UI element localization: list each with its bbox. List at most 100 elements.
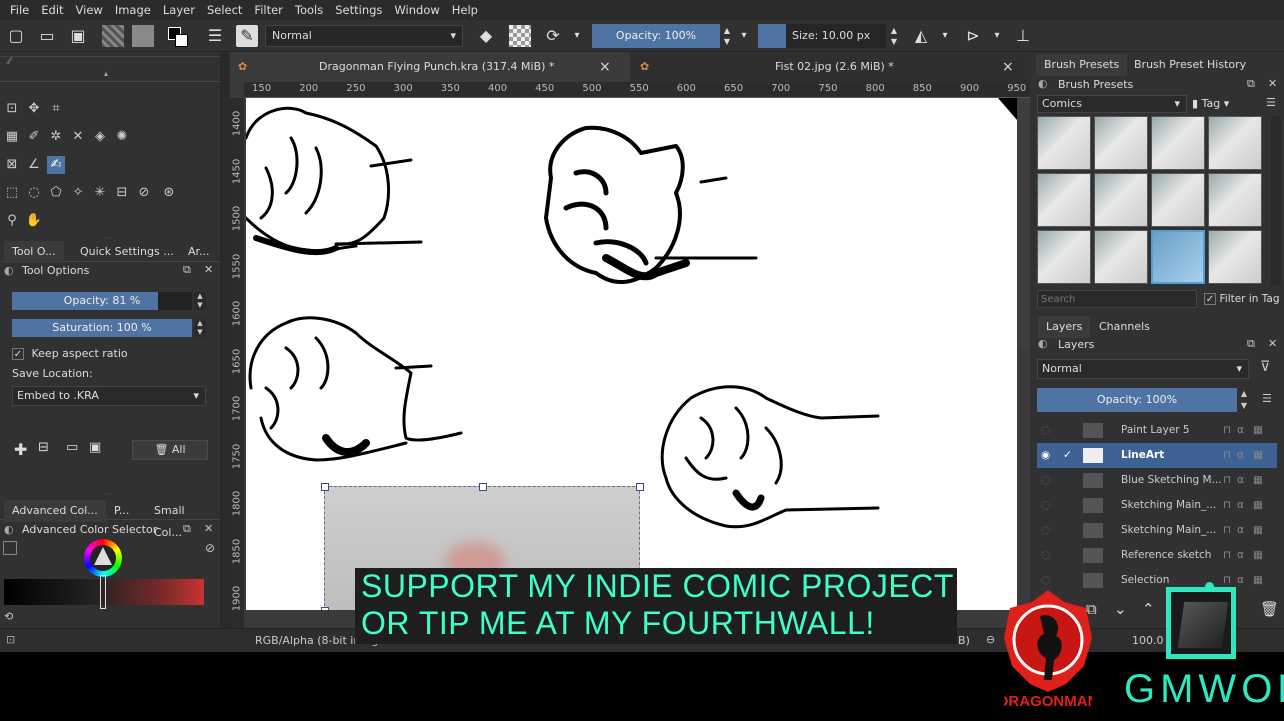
menu-filter[interactable]: Filter <box>248 3 288 17</box>
tab-brush-history[interactable]: Brush Preset History <box>1126 54 1254 76</box>
brush-preset-tile[interactable] <box>1208 230 1262 284</box>
color-cursor[interactable] <box>100 575 106 609</box>
menu-settings[interactable]: Settings <box>329 3 388 17</box>
inherit-alpha-icon[interactable]: ▦ <box>1253 468 1263 493</box>
tab-tool-options[interactable]: Tool O... <box>4 241 64 263</box>
alpha-lock-icon[interactable] <box>509 25 531 47</box>
brush-preset-tile[interactable] <box>1037 230 1091 284</box>
float-panel-icon[interactable]: ⧉ <box>183 263 191 277</box>
close-icon[interactable]: ✕ <box>1268 77 1277 90</box>
reset-color-icon[interactable]: ⊘ <box>205 541 215 555</box>
fill-tool-icon[interactable]: ◈ <box>91 128 109 146</box>
vertical-scrollbar[interactable] <box>1017 98 1030 348</box>
open-document-icon[interactable]: ▭ <box>36 25 58 47</box>
magnetic-select-icon[interactable]: ⊛ <box>160 184 178 202</box>
transform-tool-icon[interactable]: ⊡ <box>3 100 21 118</box>
menu-window[interactable]: Window <box>388 3 445 17</box>
chevron-down-icon[interactable]: ▾ <box>570 25 584 47</box>
float-panel-icon[interactable]: ⧉ <box>1247 337 1255 351</box>
lock-icon[interactable]: ⊓ <box>1223 518 1231 543</box>
mirror-horizontal-icon[interactable]: ◭ <box>910 25 932 47</box>
size-slider-fill[interactable] <box>758 24 786 48</box>
chevron-down-icon[interactable]: ▾ <box>737 25 751 47</box>
eraser-icon[interactable]: ◆ <box>475 25 497 47</box>
inherit-alpha-icon[interactable]: ▦ <box>1253 443 1263 468</box>
brush-search-input[interactable] <box>1037 290 1197 308</box>
brush-preset-tile[interactable] <box>1037 173 1091 227</box>
menu-file[interactable]: File <box>4 3 35 17</box>
tab-small-color[interactable]: Small Col... <box>146 500 220 539</box>
visibility-eye-icon[interactable]: ◌ <box>1041 543 1050 568</box>
enclose-fill-icon[interactable]: ✺ <box>113 128 131 146</box>
menu-tools[interactable]: Tools <box>289 3 329 17</box>
brush-scrollbar[interactable] <box>1271 116 1281 286</box>
collapse-arrow-icon[interactable]: ▴ <box>104 69 108 78</box>
resize-handle[interactable] <box>479 483 487 491</box>
menu-layer[interactable]: Layer <box>157 3 201 17</box>
checkbox-checked-icon[interactable]: ✓ <box>1063 443 1072 468</box>
close-icon[interactable]: ✕ <box>204 522 213 535</box>
measure-tool-icon[interactable]: ∠ <box>25 156 43 174</box>
brush-preset-tile[interactable] <box>1208 116 1262 170</box>
menu-help[interactable]: Help <box>446 3 484 17</box>
float-panel-icon[interactable]: ⧉ <box>183 522 191 536</box>
visibility-eye-icon[interactable]: ◌ <box>1041 493 1050 518</box>
tag-button[interactable]: ▮ Tag ▾ <box>1192 95 1252 113</box>
pan-tool-icon[interactable]: ✋ <box>25 212 43 230</box>
menu-view[interactable]: View <box>70 3 109 17</box>
rectangle-tool-icon[interactable]: ▦ <box>3 128 21 146</box>
keep-aspect-row[interactable]: ✓ Keep aspect ratio <box>12 346 128 362</box>
alpha-icon[interactable]: α <box>1237 518 1244 543</box>
delete-all-button[interactable]: 🗑 All <box>132 440 208 460</box>
checkbox-checked-icon[interactable]: ✓ <box>12 348 24 360</box>
saturation-slider[interactable]: Saturation: 100 % <box>12 319 192 337</box>
lock-icon[interactable]: ⊓ <box>1223 468 1231 493</box>
layer-row[interactable]: ◌ Sketching Main_... ⊓ α ▦ <box>1037 518 1277 543</box>
move-up-icon[interactable]: ⌃ <box>1142 600 1155 618</box>
spin-icon[interactable]: ▲ ▼ <box>194 319 206 337</box>
delete-layer-icon[interactable]: 🗑 <box>1260 600 1279 618</box>
zoom-slider-icon[interactable]: ⊖ <box>986 633 995 646</box>
lock-icon[interactable]: ⊓ <box>1223 443 1231 468</box>
menu-edit[interactable]: Edit <box>35 3 69 17</box>
brush-settings-icon[interactable]: ☰ <box>204 25 226 47</box>
alpha-icon[interactable]: α <box>1237 568 1244 593</box>
canvas-page[interactable] <box>246 98 1017 610</box>
size-spin-icon[interactable]: ▲ ▼ <box>888 25 900 47</box>
close-icon[interactable]: ✕ <box>204 263 213 276</box>
brush-preset-tile[interactable] <box>1037 116 1091 170</box>
freehand-select-icon[interactable]: ✧ <box>69 184 87 202</box>
brush-preset-tile[interactable] <box>1094 116 1148 170</box>
similar-select-icon[interactable]: ⊟ <box>113 184 131 202</box>
tab-document-2[interactable]: ✿ Fist 02.jpg (2.6 MiB) * × <box>630 52 1030 82</box>
fg-bg-color-icon[interactable] <box>166 25 188 47</box>
visibility-eye-icon[interactable]: ◌ <box>1041 468 1050 493</box>
filter-in-tag-row[interactable]: ✓ Filter in Tag <box>1204 291 1280 307</box>
contiguous-select-icon[interactable]: ✳ <box>91 184 109 202</box>
inherit-alpha-icon[interactable]: ▦ <box>1253 493 1263 518</box>
brush-preset-tile[interactable] <box>1094 173 1148 227</box>
tab-artistic[interactable]: Ar... <box>180 241 218 263</box>
float-panel-icon[interactable]: ⧉ <box>1247 77 1255 91</box>
add-icon[interactable]: ✚ <box>14 440 27 459</box>
alpha-icon[interactable]: α <box>1237 418 1244 443</box>
menu-icon[interactable]: ☰ <box>1262 392 1272 405</box>
layer-row[interactable]: ◉ ✓ LineArt ⊓ α ▦ <box>1037 443 1277 468</box>
resize-handle[interactable] <box>636 483 644 491</box>
layer-row[interactable]: ◌ Paint Layer 5 ⊓ α ▦ <box>1037 418 1277 443</box>
gradient-tool-icon[interactable]: ✕ <box>69 128 87 146</box>
alpha-icon[interactable]: α <box>1237 468 1244 493</box>
tab-quick-settings[interactable]: Quick Settings ... <box>72 241 182 263</box>
opacity-slider[interactable]: Opacity: 100% <box>592 24 720 48</box>
resize-handle[interactable] <box>321 607 329 610</box>
menu-icon[interactable]: ☰ <box>1266 96 1276 109</box>
move-tool-icon[interactable]: ✥ <box>25 100 43 118</box>
pattern-swatch-icon[interactable] <box>132 25 154 47</box>
smart-patch-icon[interactable]: ✲ <box>47 128 65 146</box>
tab-advanced-color[interactable]: Advanced Col... <box>4 500 106 522</box>
wrap-around-icon[interactable]: ⊥ <box>1012 25 1034 47</box>
mirror-vertical-icon[interactable]: ⊳ <box>962 25 984 47</box>
brush-preset-icon[interactable]: ✎ <box>236 25 258 47</box>
reload-preset-icon[interactable]: ⟳ <box>542 25 564 47</box>
import-icon[interactable]: ⊟ <box>38 440 49 455</box>
